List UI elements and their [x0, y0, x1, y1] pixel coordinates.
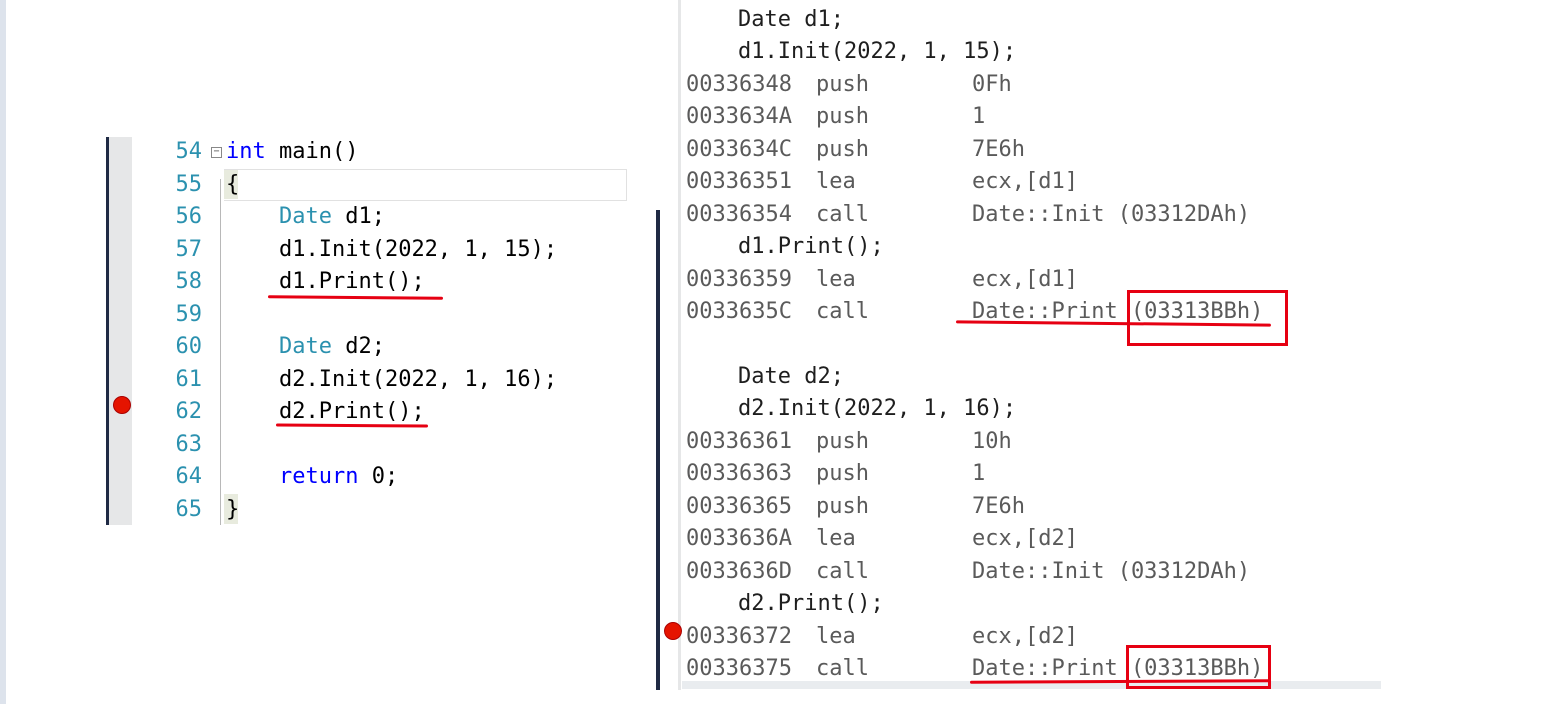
line-number: 58 [175, 269, 203, 294]
source-editor[interactable]: − 54 int main() 55 {56 Date d1; 57 d1.Init(2… [106, 136, 627, 526]
instruction-operand: ecx,[d1] [972, 169, 1078, 195]
line-number: 63 [175, 431, 203, 457]
instruction-operand: 1 [972, 461, 986, 487]
line-number: 60 [175, 334, 203, 359]
code-line[interactable]: Date d1; [226, 201, 385, 233]
instruction-address: 0033636A [686, 526, 792, 552]
code-line[interactable]: } [226, 494, 239, 526]
instruction-mnemonic: push [816, 428, 869, 454]
instruction-address: 0033634A [686, 104, 792, 130]
instruction-operand: 0Fh [972, 71, 1012, 97]
current-line-highlight [224, 169, 627, 201]
code-line[interactable]: { [226, 169, 239, 201]
window-edge [0, 0, 6, 704]
instruction-mnemonic: push [816, 104, 869, 130]
code-line[interactable]: return 0; [226, 461, 398, 493]
instruction-operand: Date::Init (03312DAh) [972, 201, 1251, 227]
instruction-operand: ecx,[d1] [972, 266, 1078, 292]
code-line[interactable]: d1.Init(2022, 1, 15); [226, 234, 557, 266]
line-number: 55 [175, 171, 203, 197]
instruction-mnemonic: call [816, 201, 869, 227]
instruction-mnemonic: call [816, 299, 869, 325]
disasm-source-line: Date d1; [738, 7, 844, 32]
instruction-operand: ecx,[d2] [972, 623, 1078, 649]
instruction-address: 00336375 [686, 656, 792, 681]
instruction-mnemonic: lea [816, 526, 856, 552]
breakpoint-icon[interactable] [113, 396, 131, 414]
line-number: 54 [175, 139, 203, 164]
instruction-operand: 10h [972, 428, 1012, 454]
instruction-address: 0033634C [686, 136, 792, 162]
disasm-source-line: Date d2; [738, 363, 844, 389]
instruction-mnemonic: push [816, 493, 869, 519]
instruction-address: 00336365 [686, 493, 792, 519]
red-box-annotation [1126, 645, 1271, 689]
code-line[interactable]: int main() [226, 136, 358, 168]
disasm-margin-bar [656, 210, 660, 690]
instruction-address: 00336361 [686, 428, 792, 454]
line-number: 65 [175, 496, 203, 522]
instruction-mnemonic: push [816, 71, 869, 97]
instruction-address: 00336372 [686, 623, 792, 649]
disasm-source-line: d1.Init(2022, 1, 15); [738, 39, 1017, 65]
code-line[interactable]: d2.Init(2022, 1, 16); [226, 364, 557, 396]
instruction-mnemonic: lea [816, 266, 856, 292]
collapse-toggle-icon[interactable]: − [211, 147, 222, 158]
instruction-address: 00336359 [686, 266, 792, 292]
breakpoint-icon[interactable] [664, 622, 682, 640]
code-line[interactable]: d1.Print(); [226, 266, 425, 298]
line-number: 59 [175, 301, 203, 327]
instruction-mnemonic: push [816, 136, 869, 162]
instruction-mnemonic: call [816, 558, 869, 584]
instruction-address: 00336354 [686, 201, 792, 227]
line-number: 56 [175, 204, 203, 229]
instruction-mnemonic: call [816, 656, 869, 681]
line-number: 61 [175, 366, 203, 392]
instruction-address: 0033635C [686, 299, 792, 325]
breakpoint-glyph-margin[interactable] [109, 137, 132, 525]
line-number: 64 [175, 464, 203, 489]
instruction-address: 0033636D [686, 558, 792, 584]
instruction-mnemonic: lea [816, 623, 856, 649]
line-number: 57 [175, 236, 203, 262]
instruction-operand: 1 [972, 104, 986, 130]
disasm-source-line: d2.Init(2022, 1, 16); [738, 396, 1017, 422]
red-box-annotation [1127, 290, 1288, 346]
instruction-address: 00336351 [686, 169, 792, 195]
instruction-address: 00336348 [686, 71, 792, 97]
instruction-operand: ecx,[d2] [972, 526, 1078, 552]
instruction-address: 00336363 [686, 461, 792, 487]
disasm-source-line: d2.Print(); [738, 591, 884, 617]
code-line[interactable]: Date d2; [226, 331, 385, 363]
instruction-operand: 7E6h [972, 493, 1025, 519]
instruction-operand: Date::Init (03312DAh) [972, 558, 1251, 584]
instruction-operand: 7E6h [972, 136, 1025, 162]
disasm-separator [678, 0, 681, 690]
disasm-source-line: d1.Print(); [738, 234, 884, 260]
instruction-mnemonic: lea [816, 169, 856, 195]
scope-guide-line [220, 179, 221, 525]
instruction-mnemonic: push [816, 461, 869, 487]
line-number: 62 [175, 399, 203, 424]
